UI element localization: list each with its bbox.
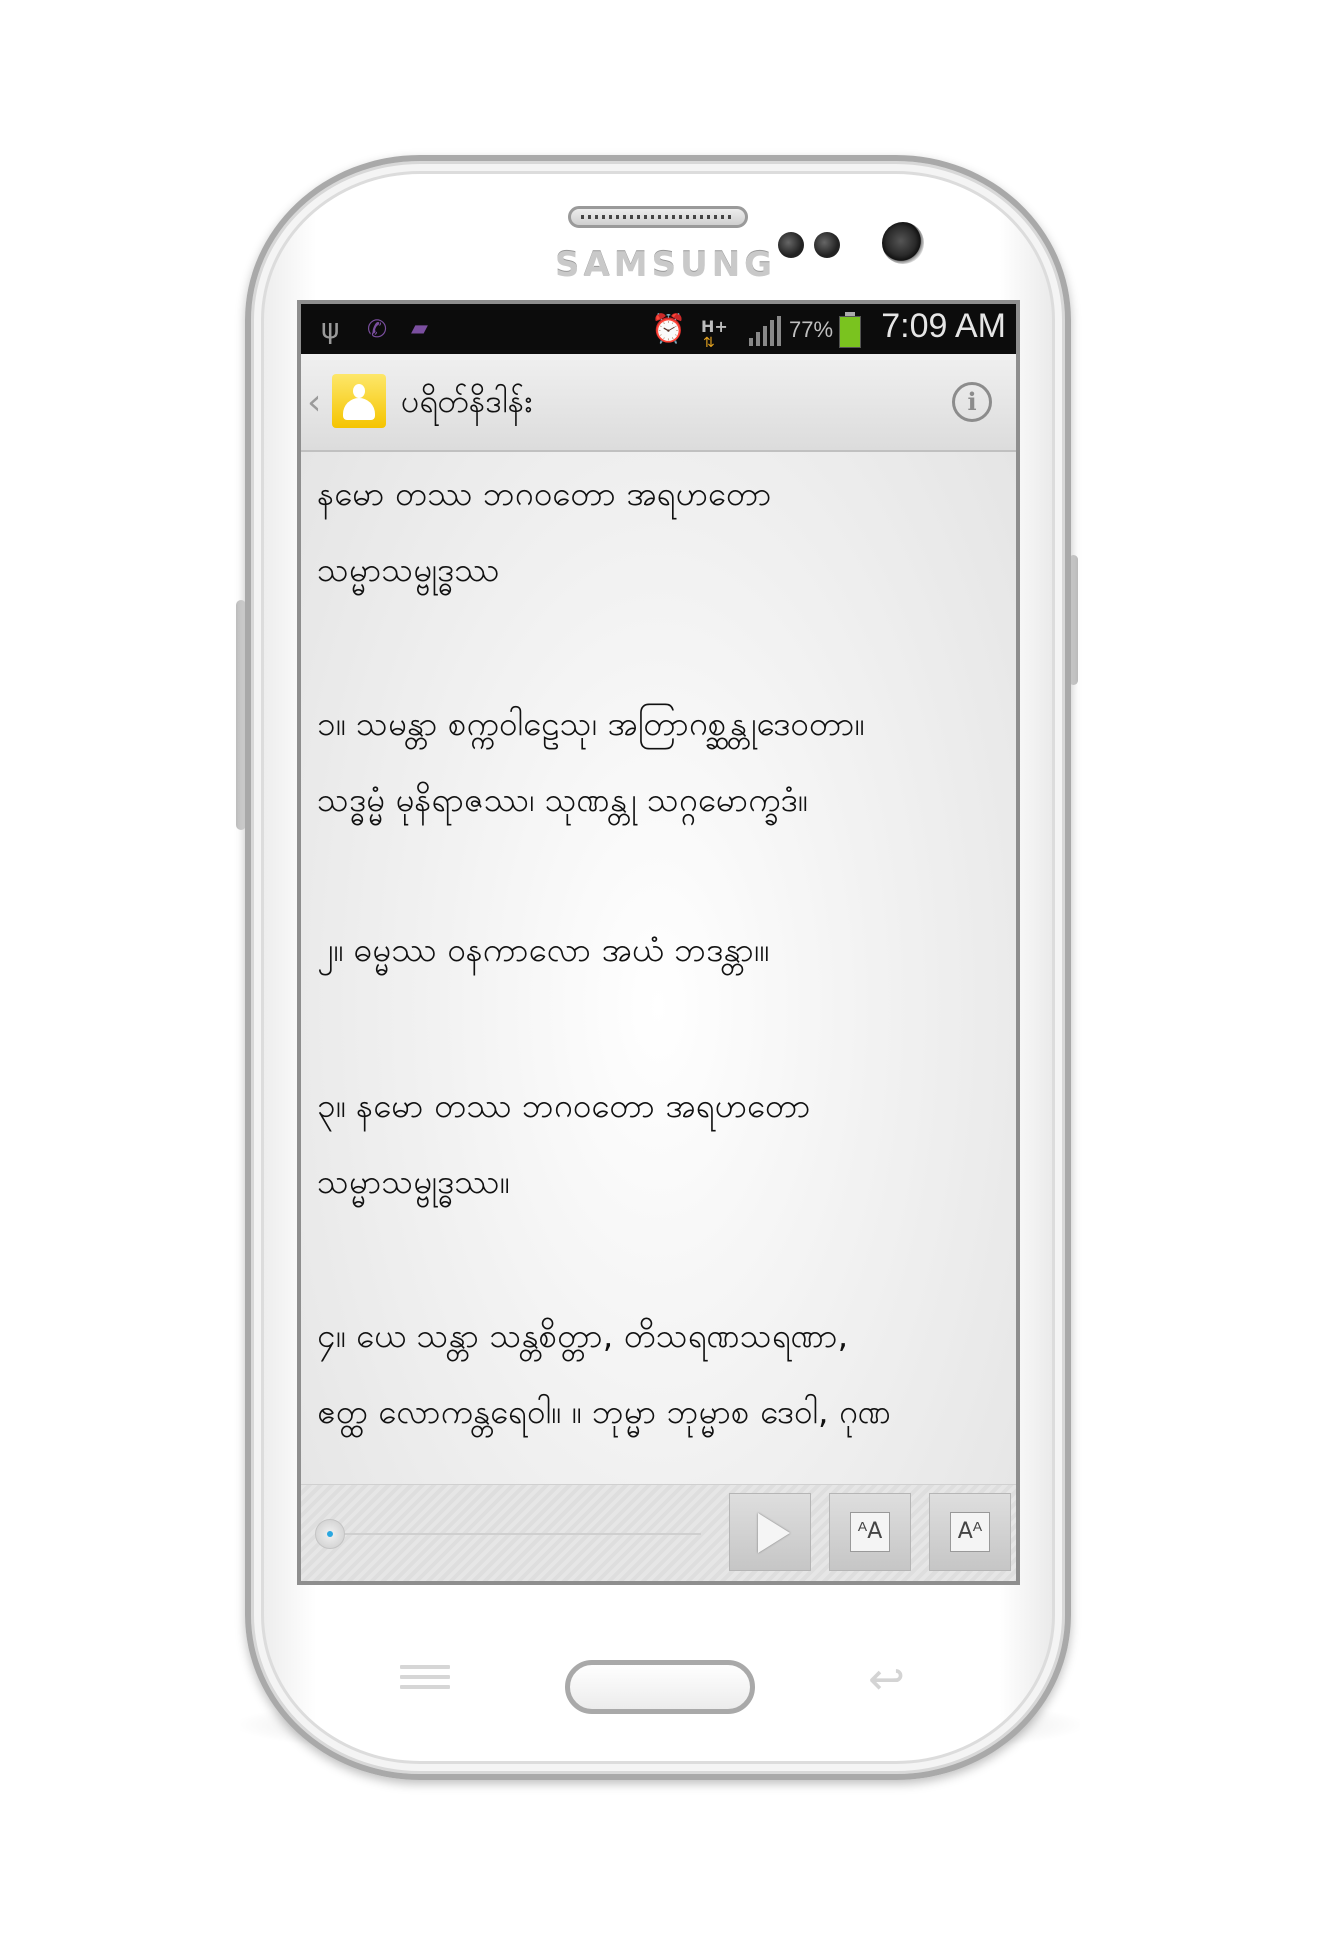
signal-icon bbox=[749, 316, 783, 346]
font-size-large-glyph: Aᴬ bbox=[950, 1512, 990, 1552]
missed-call-icon: ✆ bbox=[367, 315, 388, 343]
text-line: ၂။ ဓမ္မဿ ဝနကာလော အယံ ဘဒန္တာ၊။ bbox=[317, 930, 770, 969]
font-size-small-glyph: ᴬA bbox=[850, 1512, 890, 1552]
screen: ψ ✆ ▰ ⏰ H+ ⇅ 77% 7:09 AM ‹ ပရိတ်နိဒါန်း … bbox=[297, 300, 1020, 1585]
text-line: ၃။ နမော တဿ ဘဂဝတော အရဟတော bbox=[317, 1086, 811, 1125]
text-line: သမ္မာသမ္ဗုဒ္ဓဿ။ bbox=[317, 1162, 510, 1201]
text-line: သမ္မာသမ္ဗုဒ္ဓဿ bbox=[317, 550, 500, 589]
text-line: ဧတ္ထ လောကန္တရေဝါ။ ။ ဘုမ္မာ ဘုမ္မာစ ဒေဝါ,… bbox=[317, 1392, 892, 1431]
brand-logo: SAMSUNG bbox=[555, 245, 777, 285]
text-line: ၄။ ယေ သန္တာ သန္တစိတ္တာ, တိသရဏသရဏာ, bbox=[317, 1316, 849, 1355]
text-line: နမော တဿ ဘဂဝတော အရဟတော bbox=[317, 474, 772, 513]
seek-track[interactable] bbox=[321, 1533, 701, 1535]
audio-player-bar: ᴬA Aᴬ bbox=[301, 1484, 1016, 1581]
text-line: ၁။ သမန္တာ စက္ကဝါဠေသု၊ အတြာဂစ္ဆန္တုဒေဝတာ။ bbox=[317, 704, 865, 743]
page-title: ပရိတ်နိဒါန်း bbox=[401, 382, 533, 420]
front-camera bbox=[882, 222, 924, 264]
play-icon[interactable] bbox=[729, 1493, 811, 1571]
paragraph: နမော တဿ ဘဂဝတော အရဟတော သမ္မာသမ္ဗုဒ္ဓဿ bbox=[317, 456, 1007, 608]
paragraph: ၄။ ယေ သန္တာ သန္တစိတ္တာ, တိသရဏသရဏာ, ဧတ္ထ … bbox=[317, 1298, 1007, 1450]
app-bar: ‹ ပရိတ်နိဒါန်း i bbox=[301, 354, 1016, 452]
light-sensor bbox=[814, 232, 840, 258]
proximity-sensor bbox=[778, 232, 804, 258]
battery-percent: 77% bbox=[789, 317, 834, 342]
status-time: 7:09 AM bbox=[881, 307, 1006, 345]
chevron-left-icon[interactable]: ‹ bbox=[307, 382, 321, 423]
paragraph: ၂။ ဓမ္မဿ ဝနကာလော အယံ ဘဒန္တာ၊။ bbox=[317, 912, 1007, 988]
status-bar: ψ ✆ ▰ ⏰ H+ ⇅ 77% 7:09 AM bbox=[301, 304, 1016, 354]
back-arrow-icon[interactable]: ↩ bbox=[868, 1654, 905, 1705]
font-size-small-icon[interactable]: ᴬA bbox=[829, 1493, 911, 1571]
text-line: သဒ္ဓမ္မံ မုနိရာဇဿ၊ သုဏန္တု သဂ္ဂမောက္ခဒံ။ bbox=[317, 780, 808, 819]
text-content[interactable]: နမော တဿ ဘဂဝတော အရဟတော သမ္မာသမ္ဗုဒ္ဓဿ ၁။ … bbox=[317, 456, 1007, 1581]
battery-charging-icon bbox=[839, 312, 861, 348]
earpiece-speaker bbox=[568, 206, 748, 228]
info-icon[interactable]: i bbox=[952, 382, 992, 422]
font-size-large-icon[interactable]: Aᴬ bbox=[929, 1493, 1011, 1571]
chat-icon: ▰ bbox=[411, 316, 428, 341]
menu-icon[interactable] bbox=[400, 1665, 450, 1691]
buddha-icon[interactable] bbox=[332, 374, 386, 428]
home-button[interactable] bbox=[565, 1660, 755, 1714]
paragraph: ၁။ သမန္တာ စက္ကဝါဠေသု၊ အတြာဂစ္ဆန္တုဒေဝတာ။… bbox=[317, 686, 1007, 838]
alarm-icon: ⏰ bbox=[651, 312, 686, 345]
paragraph: ၃။ နမော တဿ ဘဂဝတော အရဟတော သမ္မာသမ္ဗုဒ္ဓဿ။ bbox=[317, 1068, 1007, 1220]
usb-icon: ψ bbox=[321, 312, 340, 345]
seek-thumb[interactable] bbox=[315, 1519, 345, 1549]
